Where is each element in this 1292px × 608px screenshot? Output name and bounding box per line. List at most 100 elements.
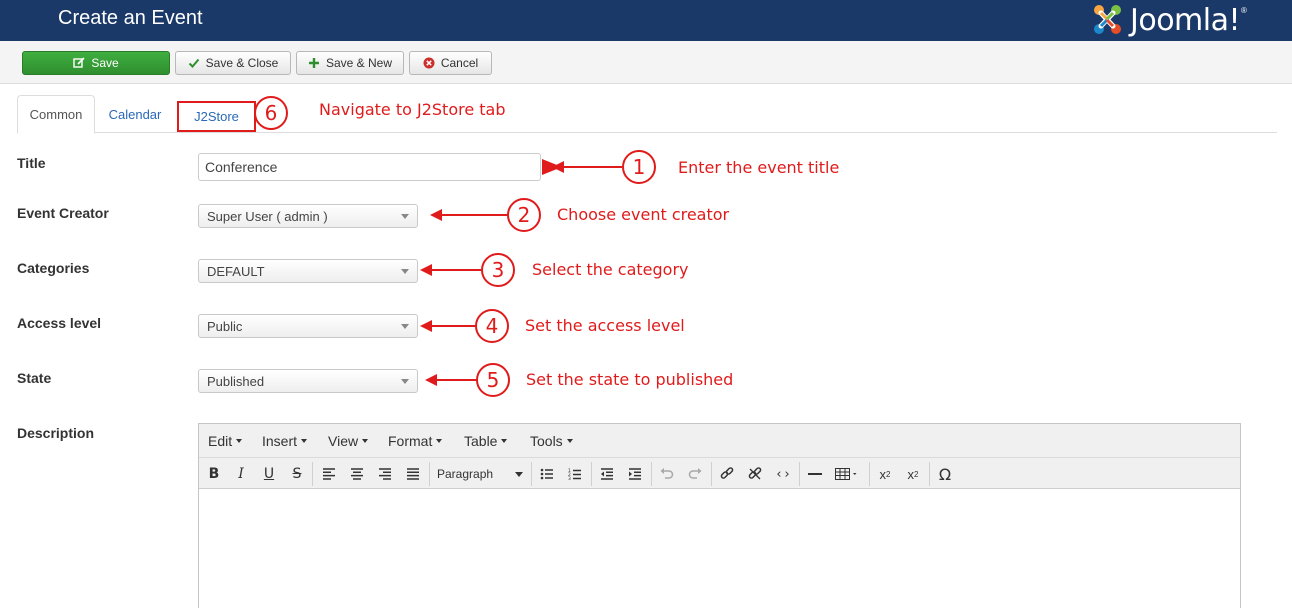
annotation-number-5: 5: [476, 363, 510, 397]
unlink-icon[interactable]: [744, 463, 766, 485]
check-icon: [188, 58, 199, 68]
toolbar-separator: [312, 462, 313, 486]
caret-down-icon: [301, 439, 308, 443]
state-select[interactable]: Published: [198, 369, 418, 393]
editor-toolbar: B I U S Paragraph 123 ‹› x 2 x 2 Ω: [199, 458, 1240, 489]
access-level-select[interactable]: Public: [198, 314, 418, 338]
menu-insert[interactable]: Insert: [262, 433, 308, 449]
annotation-number-6: 6: [254, 96, 288, 130]
caret-down-icon: [436, 439, 443, 443]
cancel-label: Cancel: [440, 56, 479, 70]
toolbar-separator: [929, 462, 930, 486]
page-title: Create an Event: [58, 7, 203, 29]
save-new-label: Save & New: [325, 56, 393, 70]
editor-content-area[interactable]: [199, 489, 1240, 608]
access-level-label: Access level: [17, 315, 102, 331]
cancel-button[interactable]: Cancel: [409, 51, 492, 75]
tab-j2store[interactable]: J2Store: [177, 101, 256, 132]
toolbar-separator: [531, 462, 532, 486]
align-center-icon[interactable]: [346, 463, 368, 485]
joomla-logo[interactable]: Joomla! ®: [1088, 1, 1247, 39]
horizontal-rule-icon[interactable]: [804, 463, 826, 485]
annotation-text-4: Set the access level: [525, 316, 685, 335]
indent-icon[interactable]: [624, 463, 646, 485]
categories-select[interactable]: DEFAULT: [198, 259, 418, 283]
align-justify-icon[interactable]: [402, 463, 424, 485]
tab-common[interactable]: Common: [17, 95, 95, 134]
bullet-list-icon[interactable]: [536, 463, 558, 485]
caret-down-icon: [566, 439, 573, 443]
menu-format-label: Format: [388, 433, 433, 449]
annotation-text-6: Navigate to J2Store tab: [319, 100, 506, 119]
strikethrough-icon[interactable]: S: [286, 463, 308, 485]
paragraph-format-select[interactable]: Paragraph: [437, 464, 523, 484]
annotation-number-2: 2: [507, 198, 541, 232]
svg-text:3: 3: [568, 476, 571, 481]
bold-icon[interactable]: B: [203, 463, 225, 485]
toolbar-separator: [429, 462, 430, 486]
arrowhead-4: [420, 320, 432, 332]
menu-table[interactable]: Table: [464, 433, 508, 449]
save-button[interactable]: Save: [22, 51, 170, 75]
superscript-icon[interactable]: x2: [902, 463, 924, 485]
arrowhead-3: [420, 264, 432, 276]
logo-text: Joomla!: [1130, 2, 1241, 38]
menu-edit[interactable]: Edit: [208, 433, 243, 449]
chevron-down-icon: [401, 324, 409, 329]
save-close-label: Save & Close: [205, 56, 279, 70]
redo-icon[interactable]: [684, 463, 706, 485]
save-close-button[interactable]: Save & Close: [175, 51, 291, 75]
numbered-list-icon[interactable]: 123: [564, 463, 586, 485]
edit-icon: [73, 57, 85, 68]
menu-view[interactable]: View: [328, 433, 369, 449]
annotation-text-3: Select the category: [532, 260, 689, 279]
cancel-icon: [423, 57, 435, 69]
toolbar: Save Save & Close Save & New Cancel: [0, 41, 1292, 84]
arrowhead-2: [430, 209, 442, 221]
table-icon[interactable]: [832, 463, 864, 485]
outdent-icon[interactable]: [596, 463, 618, 485]
save-new-button[interactable]: Save & New: [296, 51, 404, 75]
menu-tools[interactable]: Tools: [530, 433, 573, 449]
link-icon[interactable]: [716, 463, 738, 485]
title-input[interactable]: [198, 153, 541, 181]
annotation-text-5: Set the state to published: [526, 370, 734, 389]
menu-table-label: Table: [464, 433, 498, 449]
description-label: Description: [17, 425, 95, 441]
annotation-number-4: 4: [475, 309, 509, 343]
italic-icon[interactable]: I: [230, 463, 252, 485]
editor-menubar: Edit Insert View Format Table Tools: [199, 424, 1240, 458]
align-left-icon[interactable]: [318, 463, 340, 485]
align-right-icon[interactable]: [374, 463, 396, 485]
caret-down-icon: [515, 471, 523, 477]
access-level-value: Public: [207, 319, 243, 334]
categories-label: Categories: [17, 260, 90, 276]
plus-icon: [308, 58, 319, 68]
menu-tools-label: Tools: [530, 433, 563, 449]
admin-header: Create an Event Joomla! ®: [0, 0, 1292, 41]
subscript-icon[interactable]: x2: [874, 463, 896, 485]
joomla-logo-icon: [1094, 5, 1121, 34]
chevron-down-icon: [401, 269, 409, 274]
annotation-number-1: 1: [622, 150, 656, 184]
underline-icon[interactable]: U: [258, 463, 280, 485]
special-character-icon[interactable]: Ω: [934, 463, 956, 485]
toolbar-separator: [799, 462, 800, 486]
state-label: State: [17, 370, 52, 386]
caret-down-icon: [362, 439, 369, 443]
source-code-icon[interactable]: ‹›: [772, 463, 794, 485]
arrowhead-1: [552, 161, 564, 173]
arrowhead-5: [425, 374, 437, 386]
event-creator-select[interactable]: Super User ( admin ): [198, 204, 418, 228]
caret-down-icon: [236, 439, 243, 443]
form-tabs: Common Calendar J2Store: [17, 95, 1277, 134]
tab-calendar[interactable]: Calendar: [107, 95, 163, 133]
paragraph-format-value: Paragraph: [437, 467, 494, 481]
menu-format[interactable]: Format: [388, 433, 443, 449]
categories-value: DEFAULT: [207, 264, 265, 279]
toolbar-separator: [591, 462, 592, 486]
undo-icon[interactable]: [656, 463, 678, 485]
logo-registered-mark: ®: [1241, 5, 1247, 15]
annotation-text-2: Choose event creator: [557, 205, 730, 224]
event-creator-label: Event Creator: [17, 205, 109, 221]
